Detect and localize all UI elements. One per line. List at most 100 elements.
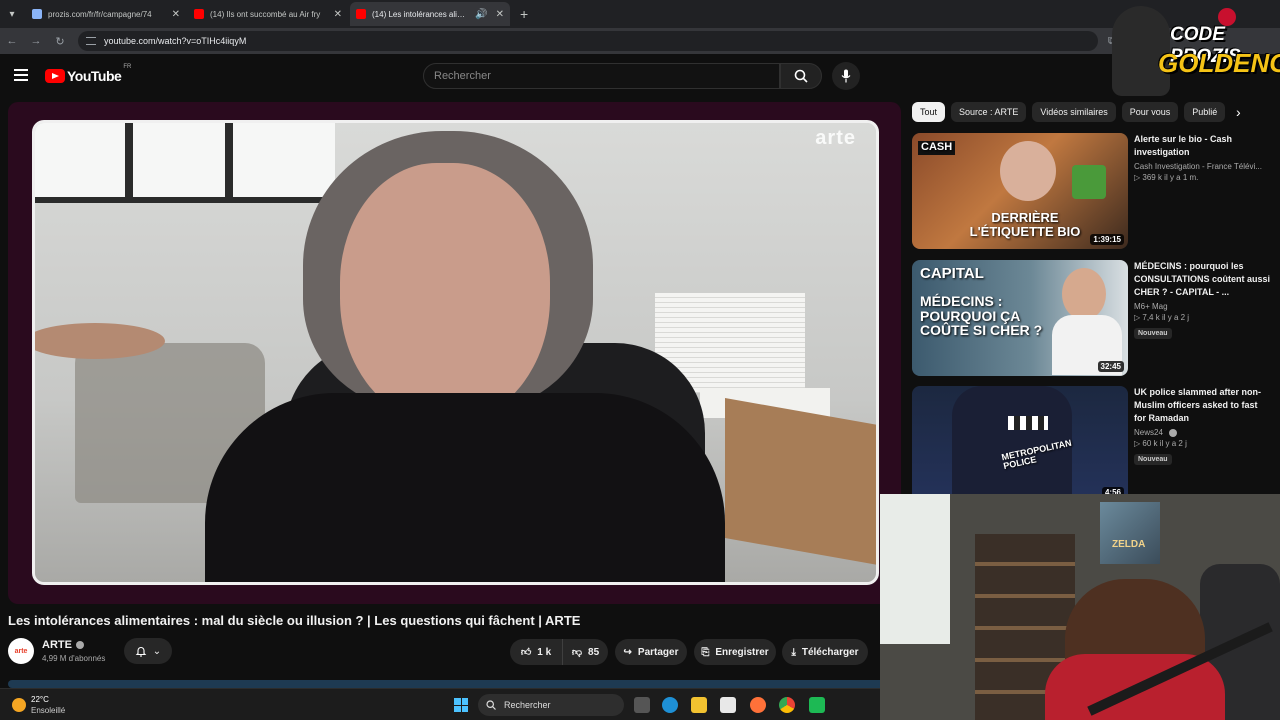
bell-icon [135, 647, 147, 657]
voice-search-button[interactable] [832, 62, 860, 90]
forward-arrow-icon[interactable]: → [24, 35, 48, 47]
video-thumbnail[interactable]: CASH DERRIÈRE L'ÉTIQUETTE BIO 1:39:15 [912, 133, 1128, 249]
youtube-favicon-icon [356, 9, 366, 19]
recommendation-title[interactable]: MÉDECINS : pourquoi les CONSULTATIONS co… [1134, 260, 1270, 299]
store-icon[interactable] [720, 697, 736, 713]
taskbar-search-label: Rechercher [504, 700, 551, 710]
reload-icon[interactable]: ↻ [48, 35, 72, 48]
firefox-icon[interactable] [750, 697, 766, 713]
recommendation-channel[interactable]: Cash Investigation - France Télévi... [1134, 162, 1270, 171]
chip-tout[interactable]: Tout [912, 102, 946, 122]
arte-watermark: arte [815, 127, 856, 149]
browser-tab-prozis[interactable]: prozis.com/fr/fr/campagne/74 ✕ [26, 2, 186, 26]
recommendation-item[interactable]: METROPOLITAN POLICE 4:56 UK police slamm… [912, 386, 1262, 506]
chrome-icon[interactable] [779, 697, 795, 713]
verified-icon [75, 641, 84, 650]
thumbs-down-icon: 👎︎ [571, 647, 583, 658]
recommendation-channel-text: News24 [1134, 428, 1163, 437]
notification-button[interactable]: ⌄ [124, 638, 172, 664]
youtube-play-icon [45, 69, 65, 83]
webcam-poster [1100, 502, 1160, 564]
microphone-icon [841, 69, 851, 83]
channel-avatar[interactable]: arte [8, 638, 34, 664]
share-button[interactable]: ↪ Partager [615, 639, 687, 665]
thumbnail-label: CAPITAL [920, 265, 984, 282]
youtube-masthead: YouTube FR Rechercher [0, 54, 1280, 98]
file-explorer-icon[interactable] [691, 697, 707, 713]
save-button[interactable]: ⎘ Enregistrer [694, 639, 776, 665]
like-count: 1 k [537, 646, 552, 658]
weather-description[interactable]: Ensoleillé [31, 706, 65, 715]
recommendation-meta: ▷ 369 k il y a 1 m. [1134, 173, 1199, 182]
chip-source-arte[interactable]: Source : ARTE [951, 102, 1027, 122]
region-code: FR [123, 64, 132, 70]
download-icon: ⤓ [791, 646, 796, 658]
video-person-face [340, 163, 550, 423]
channel-name-text: ARTE [42, 639, 72, 651]
new-tab-icon[interactable]: + [520, 6, 528, 22]
taskbar-search[interactable]: Rechercher [478, 694, 624, 716]
youtube-favicon-icon [194, 9, 204, 19]
close-tab-icon[interactable]: ✕ [172, 9, 180, 20]
search-button[interactable] [780, 63, 822, 89]
weather-temperature[interactable]: 22°C [31, 695, 49, 704]
video-duration: 1:39:15 [1090, 234, 1124, 245]
recommendation-meta-text: 369 k il y a 1 m. [1142, 173, 1199, 182]
subscriber-count: 4,99 M d'abonnés [42, 654, 106, 663]
search-icon [794, 69, 808, 83]
site-info-icon[interactable] [86, 37, 96, 45]
browser-tab-intolerances[interactable]: (14) Les intolérances alimen 🔊 ✕ [350, 2, 510, 26]
close-tab-icon[interactable]: ✕ [334, 9, 342, 20]
speaker-icon[interactable]: 🔊 [475, 9, 487, 20]
video-thumbnail[interactable]: CAPITAL MÉDECINS : POURQUOI ÇA COÛTE SI … [912, 260, 1128, 376]
youtube-logo[interactable]: YouTube FR [45, 64, 131, 84]
share-icon: ↪ [623, 646, 632, 658]
avatar-text: arte [14, 647, 28, 655]
download-button[interactable]: ⤓ Télécharger [782, 639, 868, 665]
back-arrow-icon[interactable]: ← [0, 35, 24, 47]
close-tab-icon[interactable]: ✕ [496, 9, 504, 20]
screen: ▾ prozis.com/fr/fr/campagne/74 ✕ (14) Il… [0, 0, 1280, 720]
windows-start-icon[interactable] [454, 698, 468, 712]
thumbs-up-icon: 👍︎ [520, 647, 532, 658]
share-label: Partager [637, 646, 679, 658]
app-icon[interactable] [809, 697, 825, 713]
recommendation-item[interactable]: CASH DERRIÈRE L'ÉTIQUETTE BIO 1:39:15 Al… [912, 133, 1262, 253]
tab-search-icon[interactable]: ▾ [0, 2, 24, 26]
video-player[interactable]: arte [8, 102, 901, 604]
chip-published[interactable]: Publié [1184, 102, 1226, 122]
recommendation-meta-text: 60 k il y a 2 j [1142, 439, 1187, 448]
window-bar [125, 123, 133, 203]
video-thumbnail[interactable]: METROPOLITAN POLICE 4:56 [912, 386, 1128, 502]
browser-tab-airfryer[interactable]: (14) Ils ont succombé au Air fry ✕ [188, 2, 348, 26]
thumbnail-text: DERRIÈRE L'ÉTIQUETTE BIO [969, 210, 1081, 239]
youtube-wordmark: YouTube [67, 68, 122, 84]
recommendation-info: MÉDECINS : pourquoi les CONSULTATIONS co… [1134, 260, 1270, 340]
sun-icon[interactable] [12, 698, 26, 712]
streamer-logo: CODE PROZIS GOLDENG [1108, 0, 1280, 100]
new-badge: Nouveau [1134, 328, 1172, 339]
recommendation-meta: ▷ 60 k il y a 2 j [1134, 439, 1187, 448]
bio-label-icon [1072, 165, 1106, 199]
tab-title: prozis.com/fr/fr/campagne/74 [48, 9, 152, 19]
recommendation-title[interactable]: Alerte sur le bio - Cash investigation [1134, 133, 1270, 159]
recommendation-channel[interactable]: M6+ Mag [1134, 302, 1270, 311]
chevron-right-icon[interactable]: › [1236, 104, 1241, 120]
browser-tab-strip: ▾ prozis.com/fr/fr/campagne/74 ✕ (14) Il… [0, 0, 1280, 28]
thumbnail-text: MÉDECINS : POURQUOI ÇA COÛTE SI CHER ? [920, 293, 1043, 339]
like-button[interactable]: 👍︎ 1 k [510, 639, 562, 665]
search-input[interactable]: Rechercher [423, 63, 780, 89]
dislike-button[interactable]: 👎︎ 85 [562, 639, 608, 665]
edge-icon[interactable] [662, 697, 678, 713]
channel-name[interactable]: ARTE [42, 639, 84, 651]
logo-line-2: GOLDENG [1158, 48, 1280, 78]
recommendation-title[interactable]: UK police slammed after non-Muslim offic… [1134, 386, 1270, 425]
recommendation-channel[interactable]: News24 [1134, 428, 1270, 437]
task-view-icon[interactable] [634, 697, 650, 713]
chip-similar-videos[interactable]: Vidéos similaires [1032, 102, 1116, 122]
menu-icon[interactable] [14, 69, 28, 81]
chip-for-you[interactable]: Pour vous [1121, 102, 1179, 122]
poster-title: ZELDA [1112, 539, 1146, 550]
address-bar[interactable]: youtube.com/watch?v=oTIHc4iiqyM [78, 31, 1098, 51]
recommendation-item[interactable]: CAPITAL MÉDECINS : POURQUOI ÇA COÛTE SI … [912, 260, 1270, 380]
